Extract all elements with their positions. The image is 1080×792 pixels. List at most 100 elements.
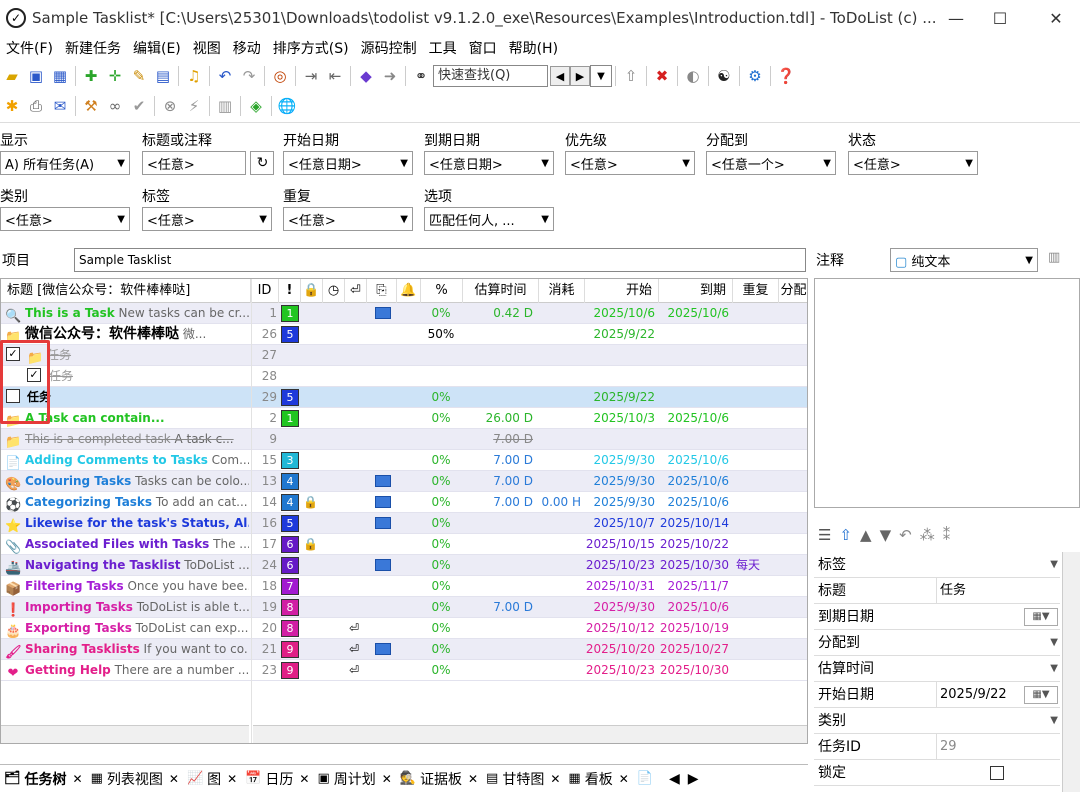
find-prev-icon[interactable]: ◀ bbox=[550, 66, 570, 86]
property-row[interactable]: 锁定 bbox=[814, 760, 1060, 786]
file-link-icon[interactable] bbox=[375, 517, 391, 529]
table-row[interactable]: 任务 29 5 0% 2025/9/22 bbox=[1, 387, 807, 408]
task-title-cell[interactable]: ❗ Importing Tasks ToDoList is able t... bbox=[1, 597, 249, 618]
column-due[interactable]: 到期 bbox=[659, 279, 733, 303]
calendar-picker-icon[interactable]: ▦▼ bbox=[1024, 686, 1058, 704]
help-icon[interactable]: ❓ bbox=[775, 65, 797, 87]
minimize-button[interactable]: — bbox=[932, 0, 980, 36]
link-icon[interactable]: ∞ bbox=[104, 95, 126, 117]
task-title-cell[interactable]: 📁 This is a completed task A task c... bbox=[1, 429, 249, 450]
bell-icon[interactable]: 🔔 bbox=[397, 279, 421, 303]
cancel-icon[interactable]: ⊗ bbox=[159, 95, 181, 117]
column-recurrence[interactable]: 重复 bbox=[733, 279, 779, 303]
tab-kanban[interactable]: ▦ 看板 ✕ bbox=[564, 769, 632, 789]
due-date-filter-combo[interactable]: <任意日期> ▼ bbox=[424, 151, 554, 175]
flash-icon[interactable]: ⚡ bbox=[183, 95, 205, 117]
menu-move[interactable]: 移动 bbox=[227, 38, 267, 60]
table-row[interactable]: 🚢 Navigating the Tasklist ToDoList ... 24 6… bbox=[1, 555, 807, 576]
new-task-icon[interactable]: ✚ bbox=[80, 65, 102, 87]
task-title-cell[interactable]: 🎂 Exporting Tasks ToDoList can exp... bbox=[1, 618, 249, 639]
tab-calendar[interactable]: 📅 日历 ✕ bbox=[241, 769, 313, 789]
properties-scrollbar[interactable] bbox=[1062, 552, 1080, 792]
close-button[interactable]: ✕ bbox=[1032, 0, 1080, 36]
tag-icon[interactable]: ◈ bbox=[245, 95, 267, 117]
print-icon[interactable]: ⎙ bbox=[25, 95, 47, 117]
menu-view[interactable]: 视图 bbox=[187, 38, 227, 60]
task-title-cell[interactable]: 📄 Adding Comments to Tasks Com... bbox=[1, 450, 249, 471]
tab-scroll-left[interactable]: ◀ bbox=[665, 771, 684, 787]
hammer-icon[interactable]: ⚒ bbox=[80, 95, 102, 117]
find-next-icon[interactable]: ▶ bbox=[570, 66, 590, 86]
show-filter-combo[interactable]: A) 所有任务(A) ▼ bbox=[0, 151, 130, 175]
maximize-button[interactable]: ☐ bbox=[976, 0, 1024, 36]
task-title-cell[interactable]: ⚽ Categorizing Tasks To add an cat... bbox=[1, 492, 249, 513]
open-folder-icon[interactable]: ▰ bbox=[1, 65, 23, 87]
file-link-icon[interactable] bbox=[375, 307, 391, 319]
table-row[interactable]: 任务 28 bbox=[1, 366, 807, 387]
property-row[interactable]: 分配到 ▼ bbox=[814, 630, 1060, 656]
remove-nodes-icon[interactable]: ⁑ bbox=[943, 526, 951, 544]
project-name-input[interactable]: Sample Tasklist bbox=[74, 248, 806, 272]
table-row[interactable]: 📎 Associated Files with Tasks The ... 17 6 0… bbox=[1, 534, 807, 555]
indent-icon[interactable]: ⇥ bbox=[300, 65, 322, 87]
column-title[interactable]: 标题 [微信公众号：软件棒棒哒] bbox=[1, 279, 251, 303]
tab-scroll-right[interactable]: ▶ bbox=[684, 771, 703, 787]
table-row[interactable]: 📁 任务 27 bbox=[1, 345, 807, 366]
close-icon[interactable]: ✕ bbox=[227, 772, 237, 786]
comment-format-combo[interactable]: ▢ 纯文本 ▼ bbox=[890, 248, 1038, 272]
gear-icon[interactable]: ⚙ bbox=[744, 65, 766, 87]
column-spent[interactable]: 消耗 bbox=[539, 279, 585, 303]
calendar-picker-icon[interactable]: ▦▼ bbox=[1024, 608, 1058, 626]
task-title-cell[interactable]: ⭐ Likewise for the task's Status, Al... bbox=[1, 513, 249, 534]
task-title-cell[interactable]: 🖌 Sharing Tasklists If you want to co... bbox=[1, 639, 249, 660]
chevron-down-icon[interactable]: ▼ bbox=[1050, 630, 1058, 656]
menu-help[interactable]: 帮助(H) bbox=[503, 38, 564, 60]
return-icon[interactable]: ⏎ bbox=[345, 279, 367, 303]
file-link-icon[interactable] bbox=[375, 496, 391, 508]
outdent-icon[interactable]: ⇤ bbox=[324, 65, 346, 87]
file-link-icon[interactable] bbox=[375, 475, 391, 487]
sort-icon[interactable]: ⇧ bbox=[620, 65, 642, 87]
asterisk-icon[interactable]: ✱ bbox=[1, 95, 23, 117]
comments-editor[interactable] bbox=[814, 278, 1080, 508]
property-row[interactable]: 开始日期 2025/9/22 ▦▼ bbox=[814, 682, 1060, 708]
tab-week-planner[interactable]: ▣ 周计划 ✕ bbox=[313, 769, 395, 789]
menu-window[interactable]: 窗口 bbox=[463, 38, 503, 60]
lock-icon[interactable]: 🔒 bbox=[301, 279, 323, 303]
task-title-cell[interactable]: ❤ Getting Help There are a number ... bbox=[1, 660, 249, 681]
options-filter-combo[interactable]: 匹配任何人, ... ▼ bbox=[424, 207, 554, 231]
table-row[interactable]: 📦 Filtering Tasks Once you have bee... 18 7… bbox=[1, 576, 807, 597]
column-priority[interactable]: ! bbox=[279, 279, 301, 303]
title-filter-input[interactable]: <任意> bbox=[142, 151, 246, 175]
undo-icon[interactable]: ↶ bbox=[214, 65, 236, 87]
nodes-icon[interactable]: ⁂ bbox=[920, 526, 935, 544]
close-icon[interactable]: ✕ bbox=[169, 772, 179, 786]
close-icon[interactable]: ✕ bbox=[619, 772, 629, 786]
priority-filter-combo[interactable]: <任意> ▼ bbox=[565, 151, 695, 175]
menu-file[interactable]: 文件(F) bbox=[0, 38, 59, 60]
move-right-icon[interactable]: ➜ bbox=[379, 65, 401, 87]
close-icon[interactable]: ✕ bbox=[550, 772, 560, 786]
undo-icon[interactable]: ↶ bbox=[899, 526, 912, 544]
edit-comment-icon[interactable]: ▤ bbox=[152, 65, 174, 87]
document-icon[interactable]: ▥ bbox=[214, 95, 236, 117]
table-row[interactable]: 🎨 Colouring Tasks Tasks can be colo... 13 4… bbox=[1, 471, 807, 492]
menu-sort[interactable]: 排序方式(S) bbox=[267, 38, 355, 60]
column-allocated[interactable]: 分配 bbox=[779, 279, 807, 303]
tags-filter-combo[interactable]: <任意> ▼ bbox=[142, 207, 272, 231]
clock-icon[interactable]: ◷ bbox=[323, 279, 345, 303]
delete-icon[interactable]: ✖ bbox=[651, 65, 673, 87]
property-row[interactable]: 标签 ▼ bbox=[814, 552, 1060, 578]
yin-yang-icon[interactable]: ☯ bbox=[713, 65, 735, 87]
property-value[interactable]: 任务 bbox=[936, 578, 1056, 604]
move-up-icon[interactable]: ▲ bbox=[860, 526, 872, 544]
column-id[interactable]: ID bbox=[251, 279, 279, 303]
chevron-down-icon[interactable]: ▼ bbox=[1050, 656, 1058, 682]
list-icon[interactable]: ☰ bbox=[818, 526, 831, 544]
tab-gantt[interactable]: ▤ 甘特图 ✕ bbox=[482, 769, 564, 789]
move-left-icon[interactable]: ◆ bbox=[355, 65, 377, 87]
edit-pencil-icon[interactable]: ✎ bbox=[128, 65, 150, 87]
table-row[interactable]: ⚽ Categorizing Tasks To add an cat... 14 4 0… bbox=[1, 492, 807, 513]
property-row[interactable]: 到期日期 ▦▼ bbox=[814, 604, 1060, 630]
allocated-filter-combo[interactable]: <任意一个> ▼ bbox=[706, 151, 836, 175]
